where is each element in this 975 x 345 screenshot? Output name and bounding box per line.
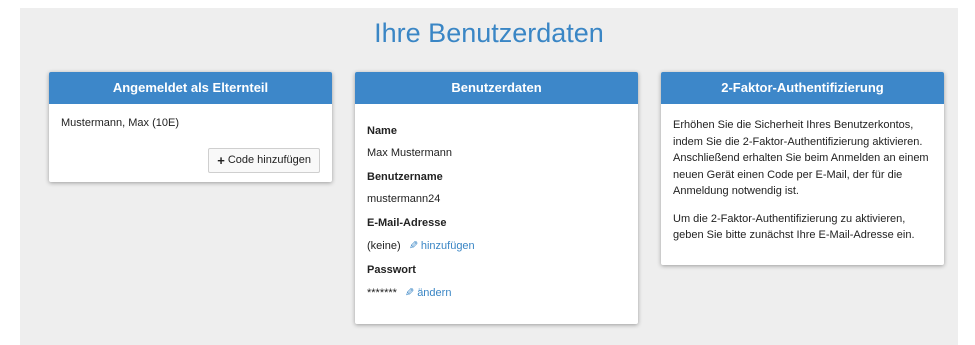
twofa-card-header: 2-Faktor-Authentifizierung (661, 72, 944, 104)
username-text: mustermann24 (367, 193, 441, 205)
parent-card-header: Angemeldet als Elternteil (49, 72, 332, 104)
name-label: Name (367, 125, 397, 137)
add-email-link[interactable]: ✎ hinzufügen (408, 239, 475, 253)
username-label: Benutzername (367, 171, 443, 183)
child-entry: Mustermann, Max (10E) (61, 117, 179, 129)
add-email-label: hinzufügen (420, 239, 475, 252)
email-label: E-Mail-Adresse (367, 217, 447, 229)
user-data-card-header: Benutzerdaten (355, 72, 638, 104)
parent-card-body: Mustermann, Max (10E) (49, 104, 332, 141)
email-text: (keine) (367, 239, 401, 252)
user-data-card-body: Name Max Mustermann Benutzername musterm… (355, 104, 638, 311)
twofa-hint: Um die 2-Faktor-Authentifizierung zu akt… (673, 212, 915, 242)
twofa-description: Erhöhen Sie die Sicherheit Ihres Benutze… (673, 119, 929, 197)
plus-icon: + (217, 153, 225, 168)
add-code-label: Code hinzufügen (227, 154, 311, 166)
password-value: ******* ✎ ändern (367, 286, 626, 300)
password-label: Passwort (367, 264, 416, 276)
change-password-label: ändern (417, 286, 452, 299)
username-value: mustermann24 (367, 193, 626, 205)
page-container: Ihre Benutzerdaten Angemeldet als Eltern… (20, 8, 958, 345)
pencil-icon: ✎ (404, 287, 415, 299)
change-password-link[interactable]: ✎ ändern (404, 286, 452, 300)
twofa-card: 2-Faktor-Authentifizierung Erhöhen Sie d… (661, 72, 944, 265)
user-data-card: Benutzerdaten Name Max Mustermann Benutz… (355, 72, 638, 324)
password-text: ******* (367, 286, 397, 299)
add-code-button[interactable]: + Code hinzufügen (208, 148, 320, 173)
email-value: (keine) ✎ hinzufügen (367, 239, 626, 253)
parent-card: Angemeldet als Elternteil Mustermann, Ma… (49, 72, 332, 182)
name-text: Max Mustermann (367, 147, 452, 159)
twofa-card-body: Erhöhen Sie die Sicherheit Ihres Benutze… (661, 104, 944, 256)
name-value: Max Mustermann (367, 147, 626, 159)
page-title: Ihre Benutzerdaten (374, 18, 604, 48)
pencil-icon: ✎ (408, 240, 418, 252)
